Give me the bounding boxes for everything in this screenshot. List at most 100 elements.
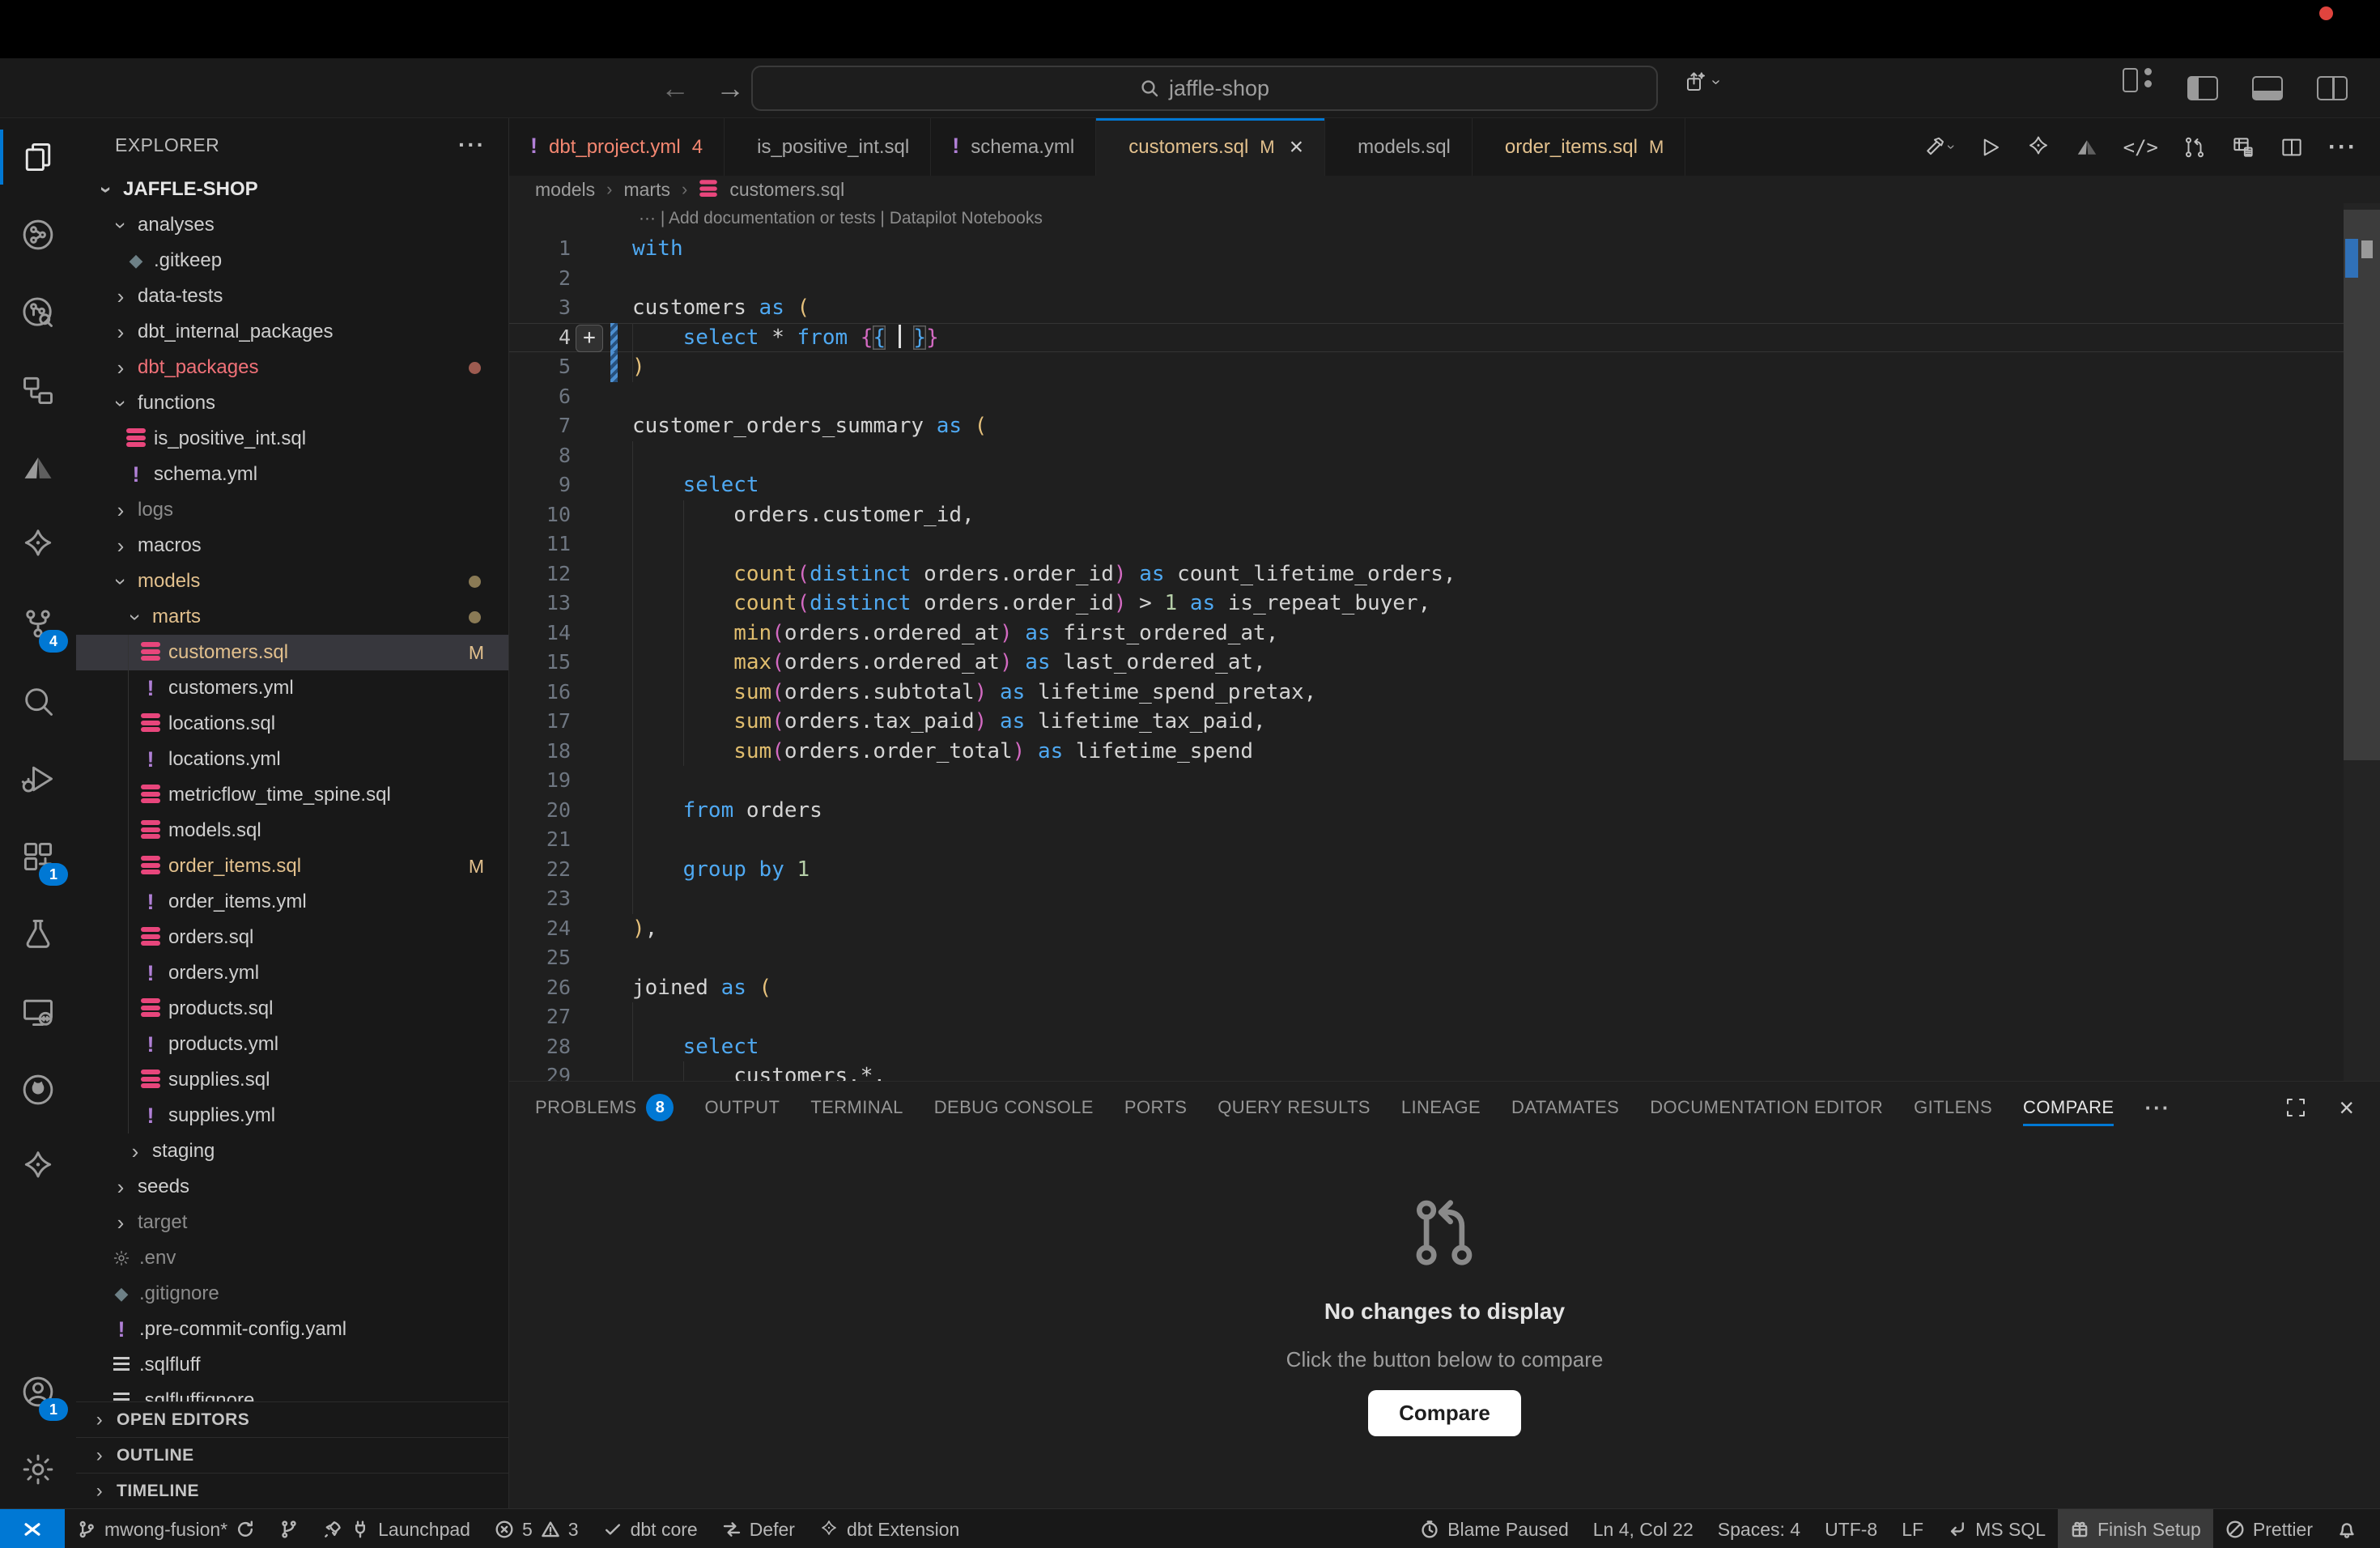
status-prettier[interactable]: Prettier — [2213, 1509, 2325, 1548]
tree-file-orders-sql[interactable]: orders.sql — [76, 920, 508, 955]
tree-folder-marts[interactable]: ›marts — [76, 599, 508, 635]
panel-tab-ports[interactable]: PORTS — [1124, 1082, 1187, 1133]
schema-viewer-icon[interactable] — [0, 351, 76, 429]
panel-tab-compare[interactable]: COMPARE — [2023, 1082, 2114, 1133]
code-lens[interactable]: ··· | Add documentation or tests | Datap… — [509, 203, 2380, 234]
panel-tab-datamates[interactable]: DATAMATES — [1511, 1082, 1619, 1133]
status-indentation[interactable]: Spaces: 4 — [1706, 1509, 1813, 1548]
status-launchpad[interactable]: Launchpad — [311, 1509, 482, 1548]
tree-file-locations-sql[interactable]: locations.sql — [76, 706, 508, 742]
close-icon[interactable]: × — [1290, 135, 1304, 159]
tree-folder-seeds[interactable]: ›seeds — [76, 1169, 508, 1205]
status-finish-setup[interactable]: Finish Setup — [2058, 1509, 2213, 1548]
tree-folder-functions[interactable]: ›functions — [76, 385, 508, 421]
tree-folder-analyses[interactable]: ›analyses — [76, 207, 508, 243]
tree-file--gitignore[interactable]: ◆.gitignore — [76, 1276, 508, 1312]
tree-file-metricflow-time-spine-sql[interactable]: metricflow_time_spine.sql — [76, 777, 508, 813]
share-export-button[interactable]: › — [1684, 70, 1719, 94]
panel-tab-output[interactable]: OUTPUT — [704, 1082, 780, 1133]
breadcrumb-folder[interactable]: models — [535, 179, 595, 201]
tree-file--gitkeep[interactable]: ◆.gitkeep — [76, 243, 508, 279]
tree-file--sqlfluff[interactable]: .sqlfluff — [76, 1347, 508, 1383]
tab-order-items-sql[interactable]: order_items.sqlM — [1473, 118, 1685, 176]
search-icon[interactable] — [0, 662, 76, 740]
tree-file--env[interactable]: .env — [76, 1240, 508, 1276]
tree-file-order-items-yml[interactable]: !order_items.yml — [76, 884, 508, 920]
status-dbt-core[interactable]: dbt core — [591, 1509, 710, 1548]
altimate-action-icon[interactable] — [2075, 135, 2099, 159]
tree-file-is-positive-int-sql[interactable]: is_positive_int.sql — [76, 421, 508, 457]
status-problems-status[interactable]: 53 — [482, 1509, 591, 1548]
status-eol[interactable]: LF — [1889, 1509, 1936, 1548]
tree-folder-dbt-packages[interactable]: ›dbt_packages — [76, 350, 508, 385]
split-editor-icon[interactable] — [2280, 135, 2304, 159]
tree-file-schema-yml[interactable]: !schema.yml — [76, 457, 508, 492]
tree-folder-dbt-internal-packages[interactable]: ›dbt_internal_packages — [76, 314, 508, 350]
more-actions-icon[interactable]: ··· — [2328, 134, 2357, 161]
panel-tab-lineage[interactable]: LINEAGE — [1401, 1082, 1481, 1133]
sidebar-section-timeline[interactable]: ›TIMELINE — [76, 1473, 508, 1508]
toggle-panel-icon[interactable] — [2252, 76, 2283, 100]
tab-customers-sql[interactable]: customers.sqlM× — [1096, 118, 1325, 176]
status-language-mode[interactable]: MS SQL — [1936, 1509, 2058, 1548]
breadcrumb-file[interactable]: customers.sql — [729, 179, 844, 201]
lineage-icon[interactable] — [0, 196, 76, 274]
tree-folder-target[interactable]: ›target — [76, 1205, 508, 1240]
tree-file-order-items-sql[interactable]: order_items.sqlM — [76, 848, 508, 884]
account-icon[interactable]: 1 — [0, 1353, 76, 1431]
run-query-icon[interactable] — [1978, 135, 2002, 159]
maximize-panel-icon[interactable] — [2284, 1095, 2308, 1120]
tree-folder-macros[interactable]: ›macros — [76, 528, 508, 563]
query-panel-icon[interactable] — [2231, 135, 2255, 159]
extensions-icon[interactable]: 1 — [0, 818, 76, 895]
tree-folder-data-tests[interactable]: ›data-tests — [76, 279, 508, 314]
tree-folder-jaffle-shop[interactable]: ›JAFFLE-SHOP — [76, 172, 508, 207]
panel-more-tabs-icon[interactable]: ··· — [2144, 1095, 2170, 1121]
sidebar-section-outline[interactable]: ›OUTLINE — [76, 1437, 508, 1473]
add-line-action-icon[interactable]: + — [576, 325, 603, 352]
tab-is-positive-int-sql[interactable]: is_positive_int.sql — [725, 118, 931, 176]
tree-file-orders-yml[interactable]: !orders.yml — [76, 955, 508, 991]
status-cursor-position[interactable]: Ln 4, Col 22 — [1581, 1509, 1706, 1548]
remote-indicator[interactable] — [0, 1509, 65, 1548]
github-icon[interactable] — [0, 1051, 76, 1129]
run-debug-icon[interactable] — [0, 740, 76, 818]
dbt-alt-icon[interactable] — [0, 1129, 76, 1206]
panel-tab-documentation-editor[interactable]: DOCUMENTATION EDITOR — [1650, 1082, 1883, 1133]
scrollbar-slider[interactable] — [2344, 210, 2380, 760]
status-notifications[interactable] — [2325, 1509, 2369, 1548]
build-tasks-icon[interactable]: › — [1923, 135, 1953, 159]
altimate-icon[interactable] — [0, 429, 76, 507]
command-center-search[interactable]: jaffle-shop — [751, 66, 1658, 111]
panel-tab-query-results[interactable]: QUERY RESULTS — [1218, 1082, 1371, 1133]
dbt-action-icon[interactable] — [2026, 135, 2051, 159]
tree-file-products-yml[interactable]: !products.yml — [76, 1027, 508, 1062]
tab-dbt-project-yml[interactable]: !dbt_project.yml4 — [509, 118, 725, 176]
remote-explorer-icon[interactable] — [0, 973, 76, 1051]
status-git-branch[interactable]: mwong-fusion* — [65, 1509, 267, 1548]
tab-schema-yml[interactable]: !schema.yml — [931, 118, 1096, 176]
breadcrumb-folder[interactable]: marts — [623, 179, 670, 201]
tree-folder-models[interactable]: ›models — [76, 563, 508, 599]
tree-folder-logs[interactable]: ›logs — [76, 492, 508, 528]
compare-button[interactable]: Compare — [1368, 1390, 1521, 1436]
tree-file-locations-yml[interactable]: !locations.yml — [76, 742, 508, 777]
panel-tab-terminal[interactable]: TERMINAL — [810, 1082, 903, 1133]
panel-tab-problems[interactable]: PROBLEMS8 — [535, 1082, 674, 1133]
toggle-secondary-sidebar-icon[interactable] — [2317, 76, 2348, 100]
toggle-primary-sidebar-icon[interactable] — [2187, 76, 2218, 100]
explorer-icon[interactable] — [0, 118, 76, 196]
editor-scrollbar[interactable] — [2344, 203, 2380, 1081]
tree-file-models-sql[interactable]: models.sql — [76, 813, 508, 848]
lineage-search-icon[interactable] — [0, 274, 76, 351]
status-encoding[interactable]: UTF-8 — [1813, 1509, 1889, 1548]
explorer-more-actions-icon[interactable]: ··· — [458, 132, 486, 158]
settings-icon[interactable] — [0, 1431, 76, 1508]
tab-models-sql[interactable]: models.sql — [1325, 118, 1473, 176]
tree-file--pre-commit-config-yaml[interactable]: !.pre-commit-config.yaml — [76, 1312, 508, 1347]
dbt-power-user-icon[interactable] — [0, 507, 76, 585]
tree-file-customers-yml[interactable]: !customers.yml — [76, 670, 508, 706]
tree-folder-staging[interactable]: ›staging — [76, 1133, 508, 1169]
code-editor[interactable]: ··· | Add documentation or tests | Datap… — [509, 203, 2380, 1081]
tree-file-customers-sql[interactable]: customers.sqlM — [76, 635, 508, 670]
